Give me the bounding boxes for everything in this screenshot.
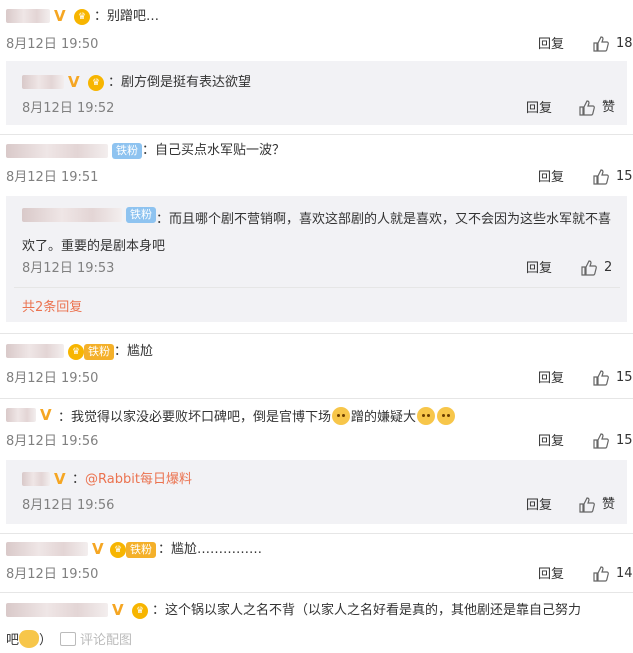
- sub-reply-text: ：剧方倒是挺有表达欲望: [108, 75, 252, 90]
- comment-text: ：尴尬: [114, 344, 154, 359]
- divider: [0, 533, 633, 534]
- comment-text: ：尴尬……………: [158, 542, 263, 557]
- comment-time: 8月12日 19:50: [6, 371, 99, 386]
- divider: [0, 333, 633, 334]
- like-count: 18: [616, 36, 633, 51]
- fan-badge: 铁粉: [84, 344, 114, 360]
- thumbs-up-icon: [579, 497, 595, 513]
- emoji-icon: [437, 407, 456, 425]
- verified-icon: V: [112, 601, 124, 619]
- verified-icon: V: [92, 540, 104, 558]
- comment-time: 8月12日 19:51: [6, 170, 99, 185]
- sub-reply-time: 8月12日 19:56: [22, 498, 115, 513]
- divider: [14, 287, 620, 288]
- sub-reply-text: ：@Rabbit每日爆料: [72, 472, 192, 487]
- thumbs-up-icon: [593, 433, 609, 449]
- thumbs-up-icon: [593, 169, 609, 185]
- username-blurred[interactable]: [6, 542, 88, 556]
- like-count: 赞: [602, 497, 616, 512]
- sub-reply-time: 8月12日 19:52: [22, 101, 115, 116]
- sub-reply-text: ：而且哪个剧不营销啊，喜欢这部剧的人就是喜欢，又不会因为这些水军就不喜欢了。重要…: [22, 212, 612, 254]
- member-crown-icon: ♛: [68, 344, 84, 360]
- view-more-replies-link[interactable]: 共2条回复: [22, 300, 82, 316]
- member-crown-icon: ♛: [132, 603, 148, 619]
- like-count: 15: [616, 370, 633, 385]
- comment-text-continued: 吧）评论配图: [6, 630, 132, 650]
- comment-text: ：自己买点水军贴一波？: [142, 143, 286, 158]
- member-crown-icon: ♛: [88, 75, 104, 91]
- verified-icon: V: [68, 73, 80, 91]
- verified-icon: V: [54, 7, 66, 25]
- comment-image-link[interactable]: 评论配图: [80, 633, 132, 648]
- comment-time: 8月12日 19:50: [6, 567, 99, 582]
- verified-icon: V: [54, 470, 66, 488]
- divider: [0, 398, 633, 399]
- thumbs-up-icon: [593, 566, 609, 582]
- reply-button[interactable]: 回复: [526, 498, 552, 514]
- divider: [0, 134, 633, 135]
- comment-time: 8月12日 19:50: [6, 37, 99, 52]
- divider: [0, 592, 633, 593]
- comment-text: ：别蹭吧…: [94, 9, 160, 24]
- reply-button[interactable]: 回复: [538, 434, 564, 450]
- sub-reply-panel: [6, 460, 627, 524]
- username-blurred[interactable]: [6, 144, 108, 158]
- reply-button[interactable]: 回复: [538, 37, 564, 53]
- like-count: 15: [616, 433, 633, 448]
- reply-button[interactable]: 回复: [538, 371, 564, 387]
- fan-badge: 铁粉: [112, 143, 142, 159]
- reply-button[interactable]: 回复: [526, 101, 552, 117]
- mention-link[interactable]: @Rabbit每日爆料: [85, 472, 192, 487]
- fan-badge: 铁粉: [126, 542, 156, 558]
- reply-button[interactable]: 回复: [538, 567, 564, 583]
- like-count: 2: [604, 260, 613, 275]
- username-blurred[interactable]: [22, 472, 50, 486]
- reply-button[interactable]: 回复: [538, 170, 564, 186]
- reply-button[interactable]: 回复: [526, 261, 552, 277]
- like-count: 15: [616, 169, 633, 184]
- username-blurred[interactable]: [22, 75, 64, 89]
- member-crown-icon: ♛: [74, 9, 90, 25]
- like-count: 14: [616, 566, 633, 581]
- sub-reply-time: 8月12日 19:53: [22, 261, 115, 276]
- username-blurred[interactable]: [6, 408, 36, 422]
- emoji-icon: [417, 407, 436, 425]
- thumbs-up-icon: [593, 36, 609, 52]
- comment-time: 8月12日 19:56: [6, 434, 99, 449]
- username-blurred[interactable]: [6, 344, 64, 358]
- username-blurred[interactable]: [6, 603, 108, 617]
- verified-icon: V: [40, 406, 52, 424]
- like-count: 赞: [602, 100, 616, 115]
- clap-emoji-icon: [19, 630, 40, 648]
- thumbs-up-icon: [581, 260, 597, 276]
- thumbs-up-icon: [593, 370, 609, 386]
- thumbs-up-icon: [579, 100, 595, 116]
- username-blurred[interactable]: [6, 9, 50, 23]
- comment-text: ：这个锅以家人之名不背（以家人之名好看是真的，其他剧还是靠自己努力: [152, 603, 582, 618]
- member-crown-icon: ♛: [110, 542, 126, 558]
- comment-text: ：我觉得以家没必要败坏口碑吧，倒是官博下场 蹭的嫌疑大: [58, 407, 456, 427]
- image-icon: [60, 632, 77, 646]
- emoji-icon: [332, 407, 351, 425]
